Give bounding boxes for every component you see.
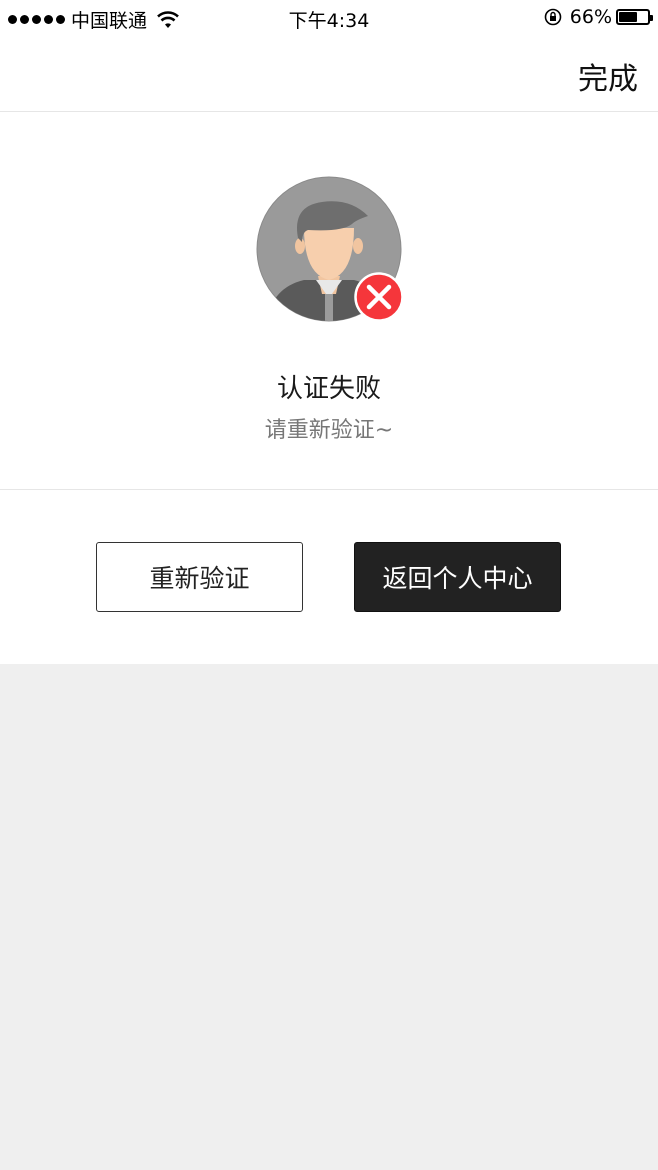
nav-bar: 完成 — [0, 36, 658, 112]
retry-verification-button[interactable]: 重新验证 — [96, 542, 303, 612]
result-card: 认证失败 请重新验证~ — [0, 112, 658, 490]
action-area: 重新验证 返回个人中心 — [0, 490, 658, 664]
status-bar-right: 66% — [544, 6, 653, 28]
avatar-container — [256, 176, 404, 324]
error-badge-icon — [354, 272, 404, 322]
result-subtitle: 请重新验证~ — [264, 418, 394, 443]
result-title: 认证失败 — [276, 374, 381, 404]
status-bar: 中国联通 下午4:34 66% — [0, 0, 658, 36]
done-button[interactable]: 完成 — [578, 54, 638, 98]
battery-icon — [616, 9, 653, 25]
back-to-profile-button[interactable]: 返回个人中心 — [354, 542, 561, 612]
battery-percent: 66% — [569, 6, 612, 28]
battery-fill — [619, 12, 638, 22]
rotation-lock-icon — [544, 8, 562, 26]
